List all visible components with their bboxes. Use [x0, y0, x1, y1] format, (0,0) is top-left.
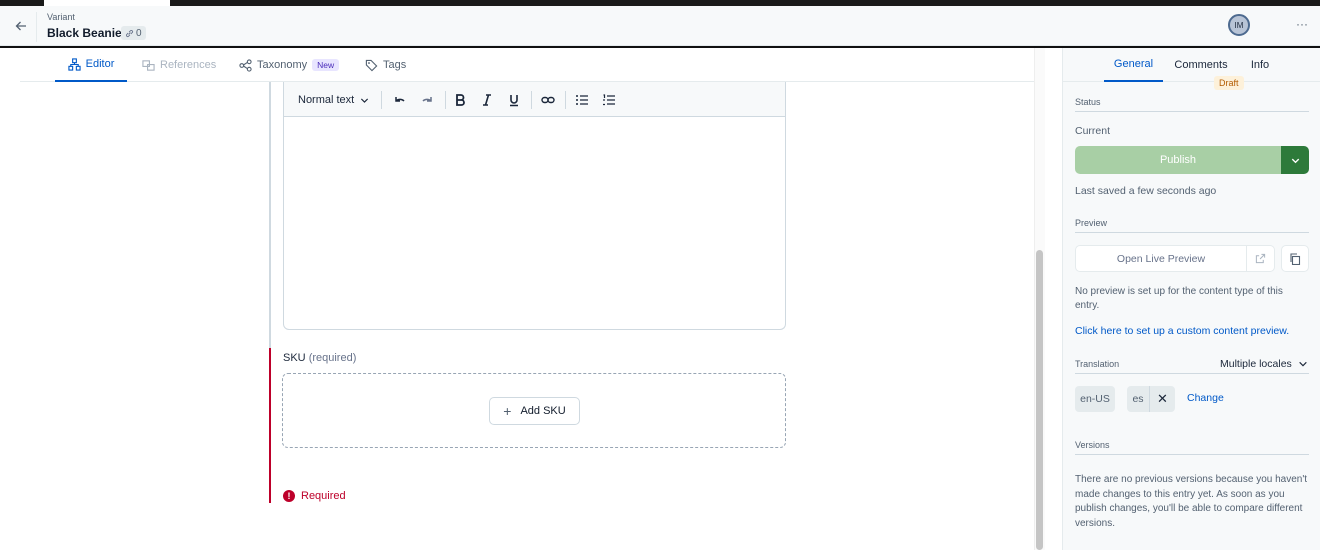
tab-tags[interactable]: Tags: [365, 48, 406, 82]
user-avatar[interactable]: IM: [1228, 14, 1250, 36]
bold-icon: [456, 94, 465, 106]
chevron-down-icon: [1291, 158, 1299, 163]
chevron-down-icon: [1299, 361, 1307, 367]
validation-error-text: Required: [301, 490, 346, 502]
close-icon: ✕: [1157, 391, 1168, 406]
entry-title: Black Beanie: [47, 26, 122, 40]
arrow-left-icon: [15, 21, 26, 31]
sku-label-text: SKU: [283, 352, 306, 364]
underline-button[interactable]: [504, 90, 524, 110]
chevron-down-icon: [361, 98, 369, 103]
tab-general[interactable]: General: [1104, 48, 1163, 82]
external-link-icon: [1255, 253, 1266, 264]
undo-icon: [395, 97, 405, 102]
open-live-preview-button[interactable]: Open Live Preview: [1075, 245, 1247, 272]
setup-preview-link[interactable]: Click here to set up a custom content pr…: [1075, 325, 1289, 337]
last-saved-text: Last saved a few seconds ago: [1075, 185, 1217, 197]
remove-locale-button[interactable]: ✕: [1149, 386, 1175, 412]
field-indicator: [269, 82, 271, 377]
current-status-label: Current: [1075, 125, 1111, 137]
sidebar-tabs: General Comments Info: [1063, 48, 1320, 82]
toolbar-separator: [565, 91, 566, 109]
add-sku-label: Add SKU: [520, 405, 566, 417]
tab-taxonomy[interactable]: Taxonomy New: [239, 48, 340, 82]
editor-scrollbar-thumb[interactable]: [1036, 250, 1043, 550]
locale-mode-value: Multiple locales: [1220, 358, 1292, 370]
references-icon: [142, 59, 155, 71]
more-options-button[interactable]: ···: [1292, 16, 1312, 36]
add-sku-button[interactable]: + Add SKU: [489, 397, 580, 425]
rich-text-toolbar: Normal text: [284, 82, 785, 117]
back-button[interactable]: [10, 16, 32, 36]
entry-header: Variant Black Beanie 0 IM ···: [0, 6, 1320, 46]
link-icon: [541, 96, 555, 104]
rich-text-editor: Normal text: [283, 82, 786, 330]
toolbar-separator: [445, 91, 446, 109]
locale-pill-es: es: [1127, 386, 1149, 412]
validation-error: ! Required: [283, 490, 346, 502]
text-format-select[interactable]: Normal text: [298, 90, 370, 110]
tab-taxonomy-label: Taxonomy: [257, 59, 308, 71]
undo-button[interactable]: [390, 90, 410, 110]
numbered-list-icon: [603, 94, 615, 106]
italic-icon: [483, 94, 491, 106]
editor-icon: [67, 57, 81, 71]
editor-tabs: Editor References Taxonomy New Tags: [20, 48, 1045, 82]
versions-empty-text: There are no previous versions because y…: [1075, 474, 1308, 529]
sku-required-hint: (required): [308, 352, 357, 364]
entry-content-type: Variant: [47, 12, 75, 22]
error-icon: !: [283, 490, 295, 502]
bold-button[interactable]: [450, 90, 470, 110]
locale-pill-en-us: en-US: [1075, 386, 1115, 412]
no-preview-note: No preview is set up for the content typ…: [1075, 286, 1283, 311]
copy-preview-button[interactable]: [1281, 245, 1309, 272]
redo-button[interactable]: [417, 90, 437, 110]
references-count-badge[interactable]: 0: [121, 26, 146, 40]
numbered-list-button[interactable]: [599, 90, 619, 110]
preview-heading: Preview: [1075, 218, 1309, 233]
tab-editor[interactable]: Editor: [55, 48, 127, 82]
tab-references-label: References: [160, 59, 217, 71]
plus-icon: +: [503, 403, 512, 419]
draft-status-badge: Draft: [1214, 76, 1244, 90]
new-badge: New: [312, 59, 340, 71]
tag-icon: [365, 59, 378, 71]
taxonomy-icon: [239, 58, 252, 72]
link-button[interactable]: [538, 90, 558, 110]
bulleted-list-button[interactable]: [572, 90, 592, 110]
redo-icon: [422, 97, 432, 102]
open-preview-external-button[interactable]: [1247, 245, 1275, 272]
tab-references[interactable]: References: [142, 48, 216, 82]
tab-tags-label: Tags: [383, 59, 407, 71]
change-locales-link[interactable]: Change: [1187, 392, 1224, 404]
field-error-indicator: [269, 348, 271, 503]
sku-reference-dropzone: + Add SKU: [282, 373, 786, 448]
toolbar-separator: [381, 91, 382, 109]
tab-editor-label: Editor: [85, 58, 115, 70]
bulleted-list-icon: [576, 95, 588, 105]
sku-field-label: SKU (required): [283, 352, 356, 364]
entry-editor: Editor References Taxonomy New Tags Norm…: [20, 48, 1045, 550]
copy-icon: [1290, 252, 1301, 265]
locale-mode-select[interactable]: Multiple locales: [1220, 358, 1308, 370]
references-count: 0: [136, 27, 142, 39]
link-icon: [125, 29, 134, 37]
header-divider: [36, 12, 37, 42]
status-heading: Status: [1075, 97, 1309, 112]
versions-heading: Versions: [1075, 440, 1309, 455]
publish-options-button[interactable]: [1281, 146, 1309, 174]
text-format-value: Normal text: [298, 94, 355, 106]
tab-info[interactable]: Info: [1243, 48, 1277, 82]
underline-icon: [510, 95, 518, 107]
publish-button[interactable]: Publish: [1075, 146, 1281, 174]
entry-sidebar: General Comments Info Status Current Pub…: [1062, 48, 1320, 550]
italic-button[interactable]: [477, 90, 497, 110]
toolbar-separator: [531, 91, 532, 109]
